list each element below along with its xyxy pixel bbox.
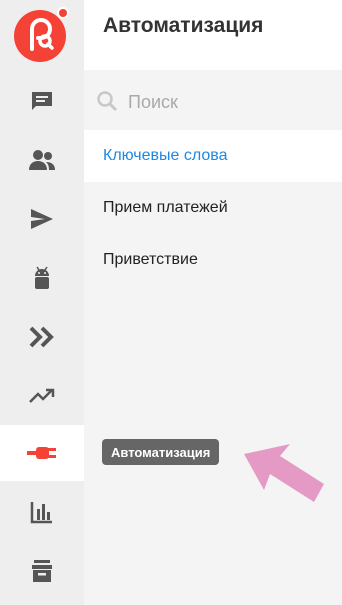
archive-icon — [32, 560, 52, 582]
list-item-label: Ключевые слова — [103, 147, 228, 164]
search-icon — [97, 91, 118, 112]
sidebar-tooltip: Автоматизация — [102, 439, 220, 465]
send-icon — [31, 209, 53, 229]
sidebar-item-chat[interactable] — [0, 73, 84, 129]
sidebar-item-archive[interactable] — [0, 543, 84, 599]
list-item-keywords[interactable]: Ключевые слова — [84, 130, 342, 182]
pointer-arrow-icon — [244, 444, 324, 502]
list-item-label: Прием платежей — [103, 199, 228, 216]
page-header: Автоматизация — [84, 0, 342, 70]
sidebar-item-flows[interactable] — [0, 309, 84, 365]
list-item-label: Приветствие — [103, 251, 198, 268]
sidebar-item-analytics[interactable] — [0, 484, 84, 540]
list-item-welcome[interactable]: Приветствие — [84, 234, 342, 286]
sidebar-rail — [0, 0, 84, 605]
trending-up-icon — [29, 388, 55, 403]
search-bar — [84, 70, 342, 130]
people-icon — [29, 150, 55, 170]
sidebar-item-growth[interactable] — [0, 368, 84, 424]
sidebar-item-bots[interactable] — [0, 250, 84, 306]
list-item-payments[interactable]: Прием платежей — [84, 182, 342, 234]
sidebar-item-broadcast[interactable] — [0, 191, 84, 247]
sidebar-item-automation[interactable] — [0, 425, 84, 481]
bar-chart-icon — [30, 502, 52, 524]
logo-icon — [14, 7, 69, 62]
app-logo[interactable] — [13, 5, 71, 63]
android-icon — [35, 266, 49, 289]
search-input[interactable] — [126, 88, 330, 116]
page-title: Автоматизация — [103, 14, 264, 37]
chat-icon — [32, 92, 52, 110]
tooltip-text: Автоматизация — [111, 444, 211, 460]
plug-icon — [27, 447, 56, 459]
main-panel: Автоматизация Ключевые слова Прием плате… — [84, 0, 342, 605]
sidebar-item-contacts[interactable] — [0, 132, 84, 188]
automation-list-panel: Ключевые слова Прием платежей Приветстви… — [84, 70, 342, 605]
double-chevron-icon — [29, 326, 54, 348]
